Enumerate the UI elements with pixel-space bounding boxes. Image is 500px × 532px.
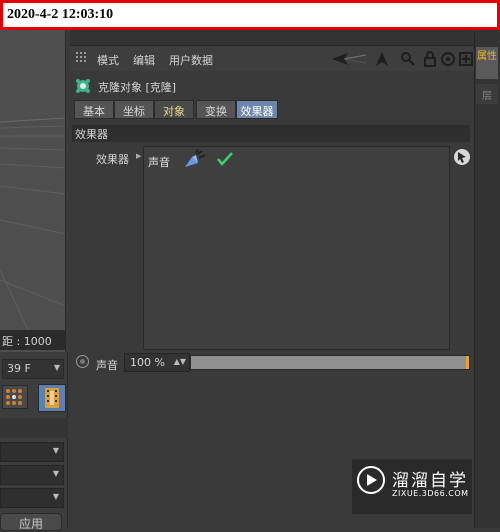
effector-list-item[interactable]: 声音 (148, 154, 170, 170)
chevron-down-icon: ▼ (52, 446, 59, 455)
stepper-icon[interactable]: ▲▼ (174, 357, 186, 366)
chevron-down-icon: ▼ (52, 492, 59, 501)
cloner-object-icon (76, 79, 90, 93)
sound-strength-slider[interactable] (190, 355, 470, 370)
search-icon[interactable] (400, 51, 416, 67)
new-panel-icon[interactable] (458, 51, 474, 67)
frame-field[interactable]: 39 F ▼ (2, 359, 64, 379)
film-strip-icon (45, 388, 59, 408)
speaker-effector-icon (185, 149, 206, 167)
watermark-subtitle: ZIXUE.3D66.COM (392, 489, 469, 498)
section-header[interactable]: 效果器 (72, 125, 470, 142)
apply-button[interactable]: 应用 (0, 513, 62, 531)
attribute-manager-top-strip (70, 30, 474, 46)
tab-effectors[interactable]: 效果器 (236, 100, 278, 119)
menu-mode[interactable]: 模式 (97, 52, 119, 68)
menu-user-data[interactable]: 用户数据 (169, 52, 213, 68)
viewport-grid (0, 117, 65, 330)
grip-icon[interactable] (76, 52, 88, 64)
viewport-distance-readout: 距 : 1000 cm (0, 330, 66, 362)
dots-grid-icon (6, 389, 22, 405)
triangle-right-icon[interactable]: ▶ (136, 152, 141, 160)
left-dropdown-1[interactable]: ▼ (0, 442, 64, 462)
tab-layers[interactable]: 层 (476, 84, 498, 104)
timestamp-bar: 2020-4-2 12:03:10 (0, 0, 500, 30)
lock-icon[interactable] (422, 51, 438, 67)
up-arrow-icon[interactable] (374, 51, 390, 67)
watermark-title: 溜溜自学 (392, 471, 468, 491)
frame-value: 39 F (7, 362, 31, 375)
slider-fill (191, 356, 469, 369)
left-dropdown-2[interactable]: ▼ (0, 465, 64, 485)
chevron-down-icon: ▼ (52, 469, 59, 478)
left-dropdown-3[interactable]: ▼ (0, 488, 64, 508)
sound-radio-button[interactable] (76, 355, 89, 368)
slider-handle[interactable] (466, 356, 469, 369)
right-tab-strip (474, 30, 500, 528)
chevron-down-icon: ▼ (53, 363, 60, 372)
tab-transform[interactable]: 变换 (196, 100, 236, 119)
menu-edit[interactable]: 编辑 (133, 52, 155, 68)
dots-grid-button[interactable] (2, 385, 28, 409)
tab-object[interactable]: 对象 (154, 100, 194, 119)
sound-strength-field[interactable]: 100 % ▲▼ (124, 353, 190, 372)
viewport[interactable] (0, 30, 66, 352)
tab-basic[interactable]: 基本 (74, 100, 114, 119)
effectors-field-label: 效果器 (96, 153, 129, 166)
tab-attributes[interactable]: 属性 (476, 47, 498, 79)
back-arrow-icon[interactable] (330, 51, 368, 67)
left-panel-separator (0, 418, 68, 438)
effectors-list[interactable] (143, 146, 450, 350)
sound-strength-value: 100 % (130, 356, 165, 369)
pick-object-icon[interactable] (453, 148, 471, 166)
sound-strength-label: 声音 (96, 359, 118, 372)
timestamp-text: 2020-4-2 12:03:10 (7, 7, 114, 22)
watermark-logo-icon (357, 466, 385, 494)
tab-coordinates[interactable]: 坐标 (114, 100, 154, 119)
film-strip-button[interactable] (38, 384, 66, 412)
target-icon[interactable] (440, 51, 456, 67)
checkmark-icon[interactable] (216, 151, 234, 167)
object-title: 克隆对象 [克隆] (98, 81, 177, 94)
